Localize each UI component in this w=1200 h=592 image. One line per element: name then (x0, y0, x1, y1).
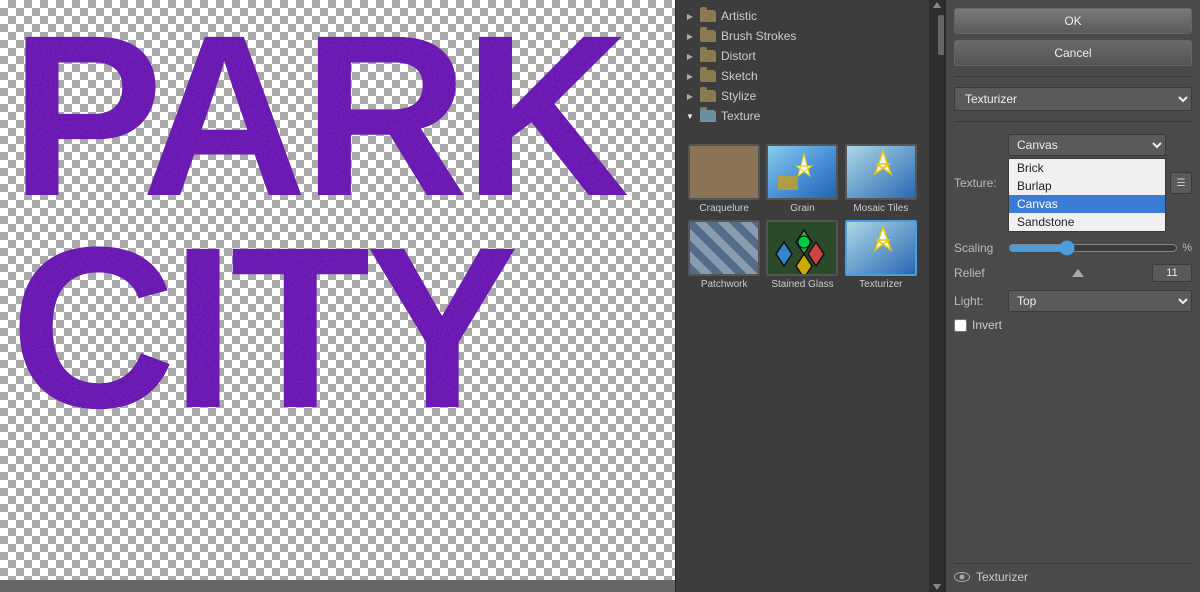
filter-item-sketch[interactable]: ▶ Sketch (676, 66, 929, 86)
filter-item-texture[interactable]: ▼ Texture (676, 106, 929, 126)
thumb-img-texturizer (845, 220, 917, 276)
filter-item-artistic[interactable]: ▶ Artistic (676, 6, 929, 26)
folder-icon-texture (700, 110, 716, 122)
texture-grid: Craquelure (684, 136, 921, 298)
thumb-texturizer[interactable]: Texturizer (845, 220, 917, 290)
folder-icon-stylize (700, 90, 716, 102)
craquelure-preview (690, 146, 758, 198)
thumb-img-grain (766, 144, 838, 200)
thumb-label-stained: Stained Glass (771, 279, 833, 290)
divider-1 (954, 76, 1192, 77)
relief-row: Relief 11 (954, 264, 1192, 282)
canvas-preview: PARK CITY (0, 0, 675, 580)
relief-value: 11 (1152, 264, 1192, 282)
invert-row: Invert (954, 318, 1192, 332)
texture-select-container: Canvas Brick Burlap Canvas Sandstone (1008, 134, 1166, 232)
filter-panel: ▶ Artistic ▶ Brush Strokes ▶ Distort ▶ (675, 0, 945, 592)
relief-slider-arrow[interactable] (1072, 269, 1084, 277)
text-line-city: CITY (0, 222, 514, 434)
invert-label: Invert (972, 318, 1002, 332)
filter-item-brush-strokes[interactable]: ▶ Brush Strokes (676, 26, 929, 46)
bottom-filter-label: Texturizer (976, 570, 1028, 584)
relief-label: Relief (954, 266, 1004, 280)
thumb-img-craquelure (688, 144, 760, 200)
thumb-img-mosaic (845, 144, 917, 200)
folder-icon-distort (700, 50, 716, 62)
arrow-icon-distort: ▶ (684, 50, 696, 62)
percent-label: % (1182, 242, 1192, 254)
arrow-icon-stylize: ▶ (684, 90, 696, 102)
scroll-up-arrow[interactable] (933, 2, 941, 8)
dropdown-item-brick[interactable]: Brick (1009, 159, 1165, 177)
filter-item-distort[interactable]: ▶ Distort (676, 46, 929, 66)
invert-checkbox[interactable] (954, 319, 967, 332)
bottom-filter-bar: Texturizer (954, 563, 1192, 584)
arrow-icon-brush: ▶ (684, 30, 696, 42)
scroll-thumb[interactable] (938, 15, 945, 55)
texture-param-row: Texture: Canvas Brick Burlap Canvas Sand… (954, 134, 1192, 232)
light-label: Light: (954, 294, 1004, 308)
filter-type-row: Texturizer (954, 87, 1192, 111)
folder-icon-artistic (700, 10, 716, 22)
folder-icon-brush (700, 30, 716, 42)
filter-label-artistic: Artistic (721, 9, 757, 23)
text-line-park: PARK (0, 10, 625, 222)
menu-icon: ☰ (1177, 178, 1186, 189)
arrow-icon-sketch: ▶ (684, 70, 696, 82)
texture-dropdown: Brick Burlap Canvas Sandstone (1008, 158, 1166, 232)
cancel-button[interactable]: Cancel (954, 40, 1192, 66)
thumb-stained-glass[interactable]: Stained Glass (766, 220, 838, 290)
thumb-label-mosaic: Mosaic Tiles (853, 203, 908, 214)
thumb-label-patchwork: Patchwork (701, 279, 748, 290)
canvas-area: PARK CITY (0, 0, 675, 592)
dropdown-item-canvas[interactable]: Canvas (1009, 195, 1165, 213)
filter-type-select[interactable]: Texturizer (954, 87, 1192, 111)
filter-panel-scrollbar[interactable] (929, 0, 944, 592)
mosaic-svg (847, 146, 917, 200)
ok-button[interactable]: OK (954, 8, 1192, 34)
filter-label-brush: Brush Strokes (721, 29, 796, 43)
arrow-icon-texture: ▼ (684, 110, 696, 122)
thumb-grain[interactable]: Grain (766, 144, 838, 214)
right-panel: OK Cancel Texturizer Texture: Canvas Bri… (945, 0, 1200, 592)
thumb-img-patchwork (688, 220, 760, 276)
thumb-patchwork[interactable]: Patchwork (688, 220, 760, 290)
texture-param-label: Texture: (954, 176, 1004, 190)
light-select[interactable]: Top (1008, 290, 1192, 312)
scaling-row: Scaling % (954, 240, 1192, 256)
grain-svg (768, 146, 838, 200)
filter-label-distort: Distort (721, 49, 756, 63)
filter-list: ▶ Artistic ▶ Brush Strokes ▶ Distort ▶ (676, 0, 929, 132)
thumb-craquelure[interactable]: Craquelure (688, 144, 760, 214)
scaling-slider[interactable] (1008, 240, 1178, 256)
filter-label-stylize: Stylize (721, 89, 756, 103)
thumb-mosaic-tiles[interactable]: Mosaic Tiles (845, 144, 917, 214)
dropdown-item-burlap[interactable]: Burlap (1009, 177, 1165, 195)
arrow-icon-artistic: ▶ (684, 10, 696, 22)
text-overlay: PARK CITY (0, 0, 675, 580)
folder-icon-sketch (700, 70, 716, 82)
texture-section: Craquelure (676, 132, 929, 302)
texturizer-svg (847, 222, 917, 276)
stained-svg (768, 222, 838, 276)
thumb-label-grain: Grain (790, 203, 814, 214)
light-row: Light: Top (954, 290, 1192, 312)
texture-menu-button[interactable]: ☰ (1170, 172, 1192, 194)
dropdown-item-sandstone[interactable]: Sandstone (1009, 213, 1165, 231)
thumb-label-texturizer: Texturizer (859, 279, 902, 290)
thumb-label-craquelure: Craquelure (699, 203, 748, 214)
scaling-label: Scaling (954, 241, 1004, 255)
filter-item-stylize[interactable]: ▶ Stylize (676, 86, 929, 106)
filter-label-sketch: Sketch (721, 69, 758, 83)
filter-label-texture: Texture (721, 109, 760, 123)
eye-icon[interactable] (954, 572, 970, 582)
patchwork-preview (690, 222, 758, 274)
thumb-img-stained (766, 220, 838, 276)
scroll-down-arrow[interactable] (933, 584, 941, 590)
texture-select[interactable]: Canvas (1008, 134, 1166, 156)
divider-2 (954, 121, 1192, 122)
